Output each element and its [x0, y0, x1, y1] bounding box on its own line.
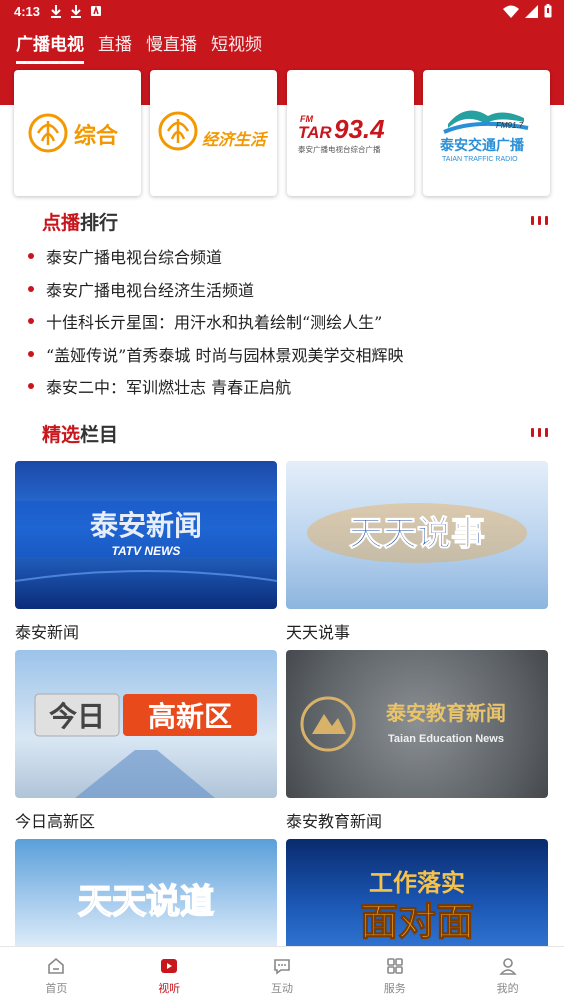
status-time: 4:13 — [14, 4, 41, 19]
tab-short-video[interactable]: 短视频 — [211, 30, 262, 64]
program-card-face-to-face[interactable]: 工作落实 面对面 — [286, 839, 548, 946]
channel-list: 综合 经济生活 FM TAR 93.4 泰安广播电视台综合广播 FM91.7 泰… — [14, 70, 550, 196]
svg-text:工作落实: 工作落实 — [369, 869, 465, 897]
grid-icon — [386, 957, 403, 974]
bullet-icon — [28, 285, 34, 292]
program-card-daily-discussion[interactable]: 天天说道 — [15, 839, 277, 946]
svg-text:泰安广播电视台综合广播: 泰安广播电视台综合广播 — [298, 144, 381, 154]
signal-icon — [525, 4, 538, 18]
bullet-icon — [28, 253, 34, 260]
channel-card-economy[interactable]: 经济生活 — [150, 70, 278, 196]
download-icon — [51, 5, 61, 18]
svg-text:TAIAN TRAFFIC RADIO: TAIAN TRAFFIC RADIO — [442, 156, 518, 163]
svg-text:FM91.7: FM91.7 — [496, 121, 524, 130]
app-notification-icon — [91, 5, 101, 16]
more-dots-icon[interactable] — [531, 428, 548, 437]
svg-text:高新区: 高新区 — [148, 700, 232, 733]
program-label: 天天说事 — [286, 623, 351, 642]
channel-card-general[interactable]: 综合 — [14, 70, 141, 196]
list-item[interactable]: 泰安二中：军训燃壮志 青春正启航 — [28, 370, 548, 403]
bullet-icon — [28, 318, 34, 325]
channel-card-traffic-radio[interactable]: FM91.7 泰安交通广播 TAIAN TRAFFIC RADIO — [422, 70, 550, 196]
svg-text:今日: 今日 — [49, 700, 105, 733]
channel-name: 综合 — [74, 123, 119, 148]
list-item[interactable]: 泰安广播电视台经济生活频道 — [28, 273, 548, 306]
program-card-hitech-zone[interactable]: 今日 高新区 今日高新区 — [15, 650, 277, 832]
more-dots-icon[interactable] — [531, 216, 548, 225]
ranking-list: 泰安广播电视台综合频道 泰安广播电视台经济生活频道 十佳科长亓星国：用汗水和执着… — [28, 240, 548, 403]
list-item[interactable]: 十佳科长亓星国：用汗水和执着绘制“测绘人生” — [28, 305, 548, 338]
svg-text:TAR: TAR — [298, 123, 332, 142]
svg-text:Taian Education News: Taian Education News — [388, 733, 504, 745]
svg-text:泰安交通广播: 泰安交通广播 — [439, 137, 525, 154]
program-thumbnail: 工作落实 面对面 — [286, 839, 548, 946]
user-icon — [498, 957, 517, 975]
home-icon — [48, 957, 65, 974]
tab-live[interactable]: 直播 — [98, 30, 132, 64]
status-bar: 4:13 — [0, 0, 564, 26]
program-thumbnail: 今日 高新区 — [15, 650, 277, 798]
traffic-radio-logo: FM91.7 泰安交通广播 TAIAN TRAFFIC RADIO — [439, 110, 529, 163]
channel-name: 经济生活 — [202, 131, 269, 149]
tab-slow-live[interactable]: 慢直播 — [146, 30, 197, 64]
list-item[interactable]: 泰安广播电视台综合频道 — [28, 240, 548, 273]
list-item[interactable]: “盖娅传说”首秀泰城 时尚与园林景观美学交相辉映 — [28, 338, 548, 371]
program-card-taian-news[interactable]: 泰安新闻 TATV NEWS 泰安新闻 — [15, 461, 277, 643]
program-thumbnail: 天天说事 — [286, 461, 548, 609]
battery-icon — [544, 4, 552, 18]
nav-audiovisual[interactable]: 视听 — [113, 947, 226, 1004]
nav-home[interactable]: 首页 — [0, 947, 113, 1004]
bottom-nav: 首页 视听 互动 服务 我的 — [0, 946, 564, 1004]
svg-text:天天说事: 天天说事 — [349, 514, 485, 554]
program-card-education-news[interactable]: 泰安教育新闻 Taian Education News 泰安教育新闻 — [286, 650, 548, 832]
taian-tv-logo: 经济生活 — [158, 111, 269, 151]
program-card-daily-talk[interactable]: 天天说事 天天说事 — [286, 461, 548, 643]
svg-text:TATV NEWS: TATV NEWS — [112, 544, 181, 558]
ranking-title: 点播排行 — [42, 212, 119, 234]
featured-title: 精选栏目 — [42, 424, 119, 446]
download-icon — [71, 5, 81, 18]
program-thumbnail: 泰安新闻 TATV NEWS — [15, 461, 277, 609]
nav-mine[interactable]: 我的 — [451, 947, 564, 1004]
bullet-icon — [28, 350, 34, 357]
nav-interaction[interactable]: 互动 — [226, 947, 339, 1004]
svg-text:面对面: 面对面 — [360, 900, 474, 944]
play-icon — [161, 958, 178, 973]
top-tabs: 广播电视 直播 慢直播 短视频 — [16, 30, 262, 64]
svg-text:泰安教育新闻: 泰安教育新闻 — [385, 701, 506, 725]
bullet-icon — [28, 383, 34, 390]
wifi-icon — [503, 5, 519, 18]
program-thumbnail: 天天说道 — [15, 839, 277, 946]
program-label: 泰安教育新闻 — [286, 812, 383, 831]
svg-text:泰安新闻: 泰安新闻 — [90, 509, 202, 542]
tar-radio-logo: FM TAR 93.4 泰安广播电视台综合广播 — [298, 114, 385, 154]
taian-tv-logo: 综合 — [28, 113, 119, 153]
program-thumbnail: 泰安教育新闻 Taian Education News — [286, 650, 548, 798]
chat-icon — [274, 958, 290, 975]
program-label: 今日高新区 — [15, 812, 96, 831]
nav-service[interactable]: 服务 — [338, 947, 451, 1004]
tab-broadcast-tv[interactable]: 广播电视 — [16, 30, 84, 64]
channel-card-tar-radio[interactable]: FM TAR 93.4 泰安广播电视台综合广播 — [286, 70, 414, 196]
program-label: 泰安新闻 — [15, 623, 80, 642]
svg-text:天天说道: 天天说道 — [78, 882, 214, 922]
svg-text:93.4: 93.4 — [334, 114, 385, 144]
